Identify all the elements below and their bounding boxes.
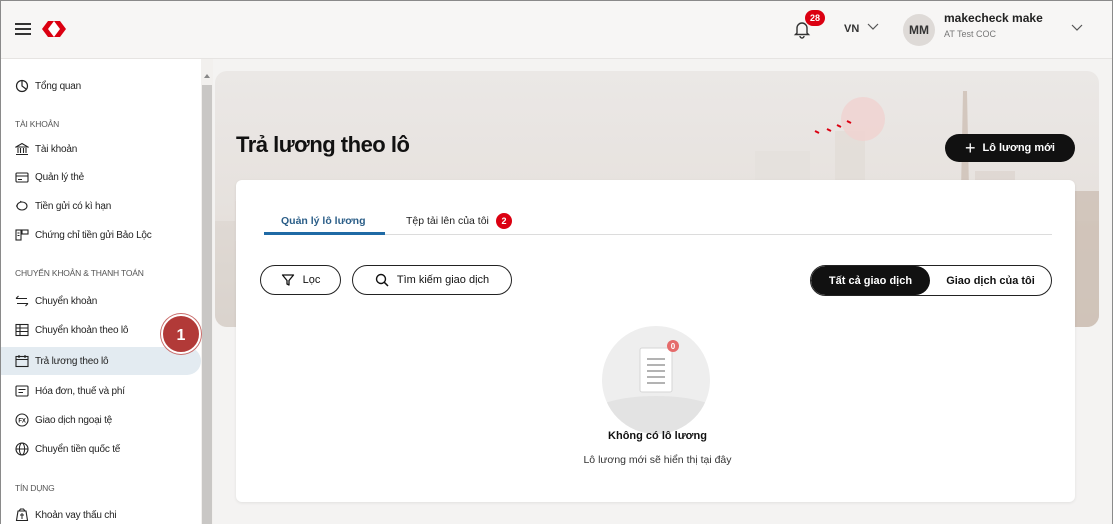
sidebar-item-deposit-certificate[interactable]: Chứng chỉ tiền gửi Bảo Lộc — [15, 224, 152, 246]
sidebar-item-label: Tổng quan — [35, 80, 82, 92]
avatar[interactable]: MM — [903, 14, 935, 46]
sidebar-item-label: Chuyển khoản — [35, 295, 98, 307]
new-payroll-batch-button[interactable]: + Lô lương mới — [945, 134, 1075, 162]
user-name: makecheck make — [944, 11, 1043, 25]
svg-text:FX: FX — [18, 418, 25, 424]
filter-label: Lọc — [302, 274, 321, 286]
empty-state-subtitle: Lô lương mới sẽ hiển thị tại đây — [583, 454, 732, 466]
user-menu-chevron-icon[interactable] — [1070, 20, 1084, 34]
bank-icon — [15, 142, 29, 156]
filter-icon — [281, 274, 294, 286]
fx-icon: FX — [15, 413, 29, 427]
uploads-count-badge: 2 — [496, 213, 512, 229]
transfer-icon — [15, 295, 29, 307]
search-transactions-button[interactable]: Tìm kiếm giao dịch — [352, 265, 512, 295]
sidebar-item-accounts[interactable]: Tài khoản — [15, 138, 77, 160]
sidebar-item-bills[interactable]: Hóa đơn, thuế và phí — [15, 380, 125, 402]
calendar-icon — [15, 355, 29, 368]
sidebar-item-label: Chuyển tiền quốc tế — [35, 443, 121, 455]
segment-all-transactions[interactable]: Tất cả giao dịch — [811, 266, 930, 295]
piggy-bank-icon — [16, 200, 28, 211]
sidebar-item-term-deposit[interactable]: Tiền gửi có kì hạn — [15, 195, 111, 217]
sidebar-item-overview[interactable]: Tổng quan — [15, 75, 81, 97]
plus-icon: + — [964, 138, 976, 158]
sidebar-item-label: Trả lương theo lô — [35, 355, 109, 367]
language-selector[interactable]: VN — [844, 23, 859, 35]
search-icon — [375, 273, 389, 287]
segment-my-transactions[interactable]: Giao dịch của tôi — [930, 266, 1051, 295]
dashboard-icon — [15, 79, 29, 93]
sidebar-item-label: Tài khoản — [35, 143, 78, 155]
empty-state-illustration: 0 — [602, 326, 710, 434]
scroll-up-icon[interactable] — [204, 73, 210, 79]
page-title: Trả lương theo lô — [236, 132, 410, 157]
menu-icon[interactable] — [15, 23, 31, 35]
tab-manage-payroll[interactable]: Quản lý lô lương — [281, 215, 366, 227]
bill-icon — [15, 385, 29, 397]
certificate-icon — [15, 229, 29, 241]
sidebar-item-label: Chuyển khoản theo lô — [35, 324, 129, 336]
sidebar-item-overdraft-loan[interactable]: Khoản vay thấu chi — [15, 504, 117, 524]
sidebar-item-fx[interactable]: FX Giao dịch ngoại tệ — [15, 409, 112, 431]
step-marker: 1 — [161, 314, 201, 354]
loan-icon — [15, 508, 29, 522]
chevron-down-icon[interactable] — [867, 20, 879, 32]
top-bar: 28 VN MM makecheck make AT Test COC — [1, 1, 1112, 59]
filter-button[interactable]: Lọc — [260, 265, 341, 295]
sidebar-item-label: Tiền gửi có kì hạn — [35, 200, 112, 212]
section-title-accounts: TÀI KHOẢN — [15, 119, 60, 129]
sidebar-item-label: Giao dịch ngoại tệ — [35, 414, 113, 426]
sidebar-item-cards[interactable]: Quản lý thẻ — [15, 166, 84, 188]
document-icon: 0 — [602, 340, 710, 434]
sidebar-item-batch-transfer[interactable]: Chuyển khoản theo lô — [15, 319, 128, 341]
notification-badge: 28 — [805, 10, 825, 26]
active-tab-indicator — [264, 232, 385, 235]
empty-badge: 0 — [671, 342, 676, 351]
new-payroll-batch-label: Lô lương mới — [982, 142, 1056, 154]
sidebar-item-transfer[interactable]: Chuyển khoản — [15, 290, 97, 312]
sidebar-item-label: Khoản vay thấu chi — [35, 509, 117, 521]
section-title-credit: TÍN DỤNG — [15, 483, 55, 493]
sidebar-item-label: Quản lý thẻ — [35, 171, 84, 183]
search-label: Tìm kiếm giao dịch — [396, 274, 490, 286]
sidebar-item-label: Chứng chỉ tiền gửi Bảo Lộc — [35, 229, 152, 241]
bank-logo[interactable] — [39, 17, 69, 41]
transaction-scope-toggle: Tất cả giao dịch Giao dịch của tôi — [810, 265, 1052, 296]
tab-my-uploads[interactable]: Tệp tải lên của tôi — [406, 215, 489, 227]
empty-state-title: Không có lô lương — [608, 430, 707, 442]
card-icon — [15, 172, 29, 183]
section-title-transfers: CHUYỂN KHOẢN & THANH TOÁN — [15, 268, 144, 278]
table-icon — [15, 323, 29, 337]
sidebar-item-label: Hóa đơn, thuế và phí — [35, 385, 125, 397]
company-name: AT Test COC — [944, 29, 997, 39]
